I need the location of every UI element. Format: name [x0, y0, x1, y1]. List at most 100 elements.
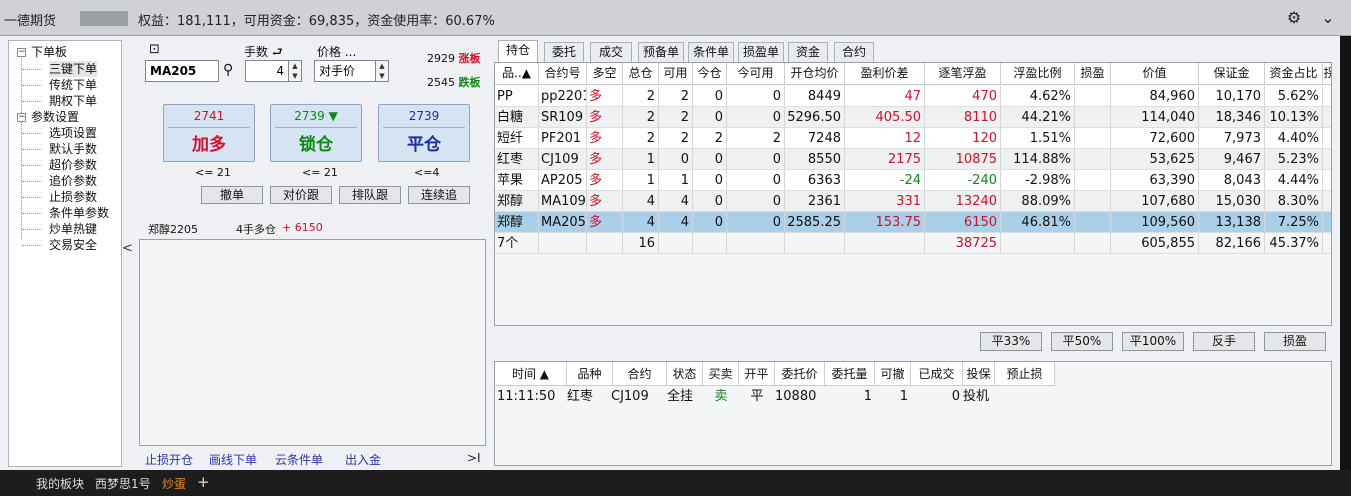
close-50-button[interactable]: 平50%	[1051, 332, 1113, 351]
stop-profit-button[interactable]: 损盈	[1264, 332, 1326, 351]
tab-positions[interactable]: 持仓	[498, 40, 538, 62]
ohdr-time[interactable]: 时间 ▲	[495, 362, 567, 386]
close-position-button[interactable]: 2739 平仓	[378, 104, 470, 162]
hdr-avg-price[interactable]: 开仓均价	[785, 63, 845, 85]
cloud-condition-link[interactable]: 云条件单	[275, 451, 323, 468]
tab-entrust[interactable]: 委托	[544, 42, 584, 62]
hdr-today[interactable]: 今仓	[693, 63, 727, 85]
line-order-link[interactable]: 画线下单	[209, 451, 257, 468]
table-cell: 120	[925, 128, 1001, 149]
table-cell: 0	[727, 191, 785, 212]
table-cell	[587, 233, 623, 254]
hdr-fund-ratio[interactable]: 资金占比	[1265, 63, 1323, 85]
ohdr-contract[interactable]: 合约	[613, 362, 667, 386]
table-row[interactable]: PP pp2201 多 2 2 0 0 8449 47 470 4.62% 84,960 10,170 5…	[495, 86, 1331, 107]
price-stepper[interactable]: ▲ ▼	[375, 60, 389, 82]
lock-position-button[interactable]: 2739 ▼ 锁仓	[270, 104, 362, 162]
close-33-button[interactable]: 平33%	[980, 332, 1042, 351]
chevron-down-icon[interactable]: ⌄	[1318, 8, 1338, 28]
ohdr-open-close[interactable]: 开平	[739, 362, 775, 386]
collapse-icon[interactable]: −	[17, 48, 26, 57]
table-cell: 4.40%	[1265, 128, 1323, 149]
table-cell: CJ109	[539, 149, 587, 170]
table-cell	[727, 233, 785, 254]
hdr-float-ratio[interactable]: 浮盈比例	[1001, 63, 1075, 85]
table-row[interactable]: 郑醇 MA205 多 4 4 0 0 2585.25 153.75 6150 46.81% 109,5…	[495, 212, 1331, 233]
table-cell	[1075, 191, 1111, 212]
tree-item-options[interactable]: 选项设置	[49, 125, 97, 141]
stop-loss-open-link[interactable]: 止损开仓	[145, 451, 193, 468]
table-row[interactable]: 苹果 AP205 多 1 1 0 0 6363 -24 -240 -2.98% 63,390 8,043…	[495, 170, 1331, 191]
hdr-today-available[interactable]: 今可用	[727, 63, 785, 85]
deposit-withdraw-link[interactable]: 出入金	[345, 451, 381, 468]
tree-item-three-key[interactable]: 三键下单	[49, 61, 98, 77]
table-cell: 卖	[714, 389, 728, 404]
tab-funds[interactable]: 资金	[788, 42, 828, 62]
table-row[interactable]: 郑醇 MA109 多 4 4 0 0 2361 331 13240 88.09% 107,680 15,…	[495, 191, 1331, 212]
ohdr-hedge[interactable]: 投保	[963, 362, 995, 386]
ohdr-qty[interactable]: 委托量	[825, 362, 875, 386]
tab-contracts[interactable]: 合约	[834, 42, 874, 62]
table-row[interactable]: 短纤 PF201 多 2 2 2 2 7248 12 120 1.51% 72,600 7,973 4.4…	[495, 128, 1331, 149]
counter-price-follow-button[interactable]: 对价跟	[270, 186, 332, 204]
hdr-variety[interactable]: 品..▲	[495, 63, 539, 85]
tab-trades[interactable]: 成交	[590, 42, 632, 62]
table-row[interactable]: 红枣 CJ109 多 1 0 0 0 8550 2175 10875 114.88% 53,625 9,…	[495, 149, 1331, 170]
tree-item-security[interactable]: 交易安全	[49, 237, 97, 253]
tab-conditional[interactable]: 条件单	[688, 42, 734, 62]
reverse-button[interactable]: 反手	[1193, 332, 1255, 351]
tree-root-params[interactable]: − 参数设置	[15, 109, 79, 125]
hdr-value[interactable]: 价值	[1111, 63, 1199, 85]
hdr-float-pnl[interactable]: 逐笔浮盈	[925, 63, 1001, 85]
hdr-total[interactable]: 总仓	[623, 63, 659, 85]
hdr-margin[interactable]: 保证金	[1199, 63, 1265, 85]
hdr-profit-spread[interactable]: 盈利价差	[845, 63, 925, 85]
expand-arrow-icon[interactable]: >I	[467, 451, 481, 465]
tab-prepared[interactable]: 预备单	[638, 42, 684, 62]
ohdr-variety[interactable]: 品种	[567, 362, 613, 386]
tree-item-chase-price[interactable]: 追价参数	[49, 173, 97, 189]
collapse-icon[interactable]: −	[17, 113, 26, 122]
ohdr-price[interactable]: 委托价	[775, 362, 825, 386]
search-icon[interactable]: ⚲	[223, 62, 233, 78]
tree-item-option[interactable]: 期权下单	[49, 93, 97, 109]
qty-stepper[interactable]: ▲ ▼	[288, 60, 302, 82]
ohdr-filled[interactable]: 已成交	[911, 362, 963, 386]
continuous-chase-button[interactable]: 连续追	[408, 186, 470, 204]
taskbar-item-scalping[interactable]: 炒蛋	[162, 475, 186, 492]
qty-input[interactable]: 4	[245, 60, 289, 82]
buy-open-button[interactable]: 2741 加多	[163, 104, 255, 162]
tree-item-cond-order[interactable]: 条件单参数	[49, 205, 109, 221]
taskbar-item-ximengsi[interactable]: 西梦思1号	[95, 475, 151, 492]
add-icon[interactable]: +	[197, 473, 210, 491]
queue-follow-button[interactable]: 排队跟	[339, 186, 401, 204]
table-row[interactable]: 白糖 SR109 多 2 2 0 0 5296.50 405.50 8110 44.21% 114,0…	[495, 107, 1331, 128]
tree-root-order-board[interactable]: − 下单板	[15, 44, 67, 60]
taskbar-item-my-board[interactable]: 我的板块	[36, 475, 84, 492]
contract-input[interactable]: MA205	[145, 60, 219, 82]
hdr-available[interactable]: 可用	[659, 63, 693, 85]
hdr-direction[interactable]: 多空	[587, 63, 623, 85]
ohdr-status[interactable]: 状态	[667, 362, 703, 386]
tree-item-traditional[interactable]: 传统下单	[49, 77, 97, 93]
chart-area[interactable]	[139, 239, 486, 446]
hdr-stop[interactable]: 损盈	[1075, 63, 1111, 85]
tree-item-default-qty[interactable]: 默认手数	[49, 141, 97, 157]
gear-icon[interactable]: ⚙	[1284, 8, 1304, 28]
ohdr-pre-stop[interactable]: 预止损	[995, 362, 1055, 386]
collapse-panel-arrow[interactable]: <	[122, 241, 133, 256]
price-type-select[interactable]: 对手价	[314, 60, 376, 82]
close-100-button[interactable]: 平100%	[1122, 332, 1184, 351]
ohdr-side[interactable]: 买卖	[703, 362, 739, 386]
hdr-more[interactable]: 拐	[1323, 63, 1331, 85]
cancel-order-button[interactable]: 撤单	[201, 186, 263, 204]
table-cell: 7248	[785, 128, 845, 149]
tree-item-over-price[interactable]: 超价参数	[49, 157, 97, 173]
hdr-contract[interactable]: 合约号	[539, 63, 587, 85]
table-cell: 多	[587, 128, 623, 149]
lock-icon[interactable]: ⊡	[149, 42, 160, 57]
tree-item-stop-loss[interactable]: 止损参数	[49, 189, 97, 205]
ohdr-cancelable[interactable]: 可撤	[875, 362, 911, 386]
tab-stoploss[interactable]: 损盈单	[738, 42, 784, 62]
tree-item-hotkeys[interactable]: 炒单热键	[49, 221, 97, 237]
